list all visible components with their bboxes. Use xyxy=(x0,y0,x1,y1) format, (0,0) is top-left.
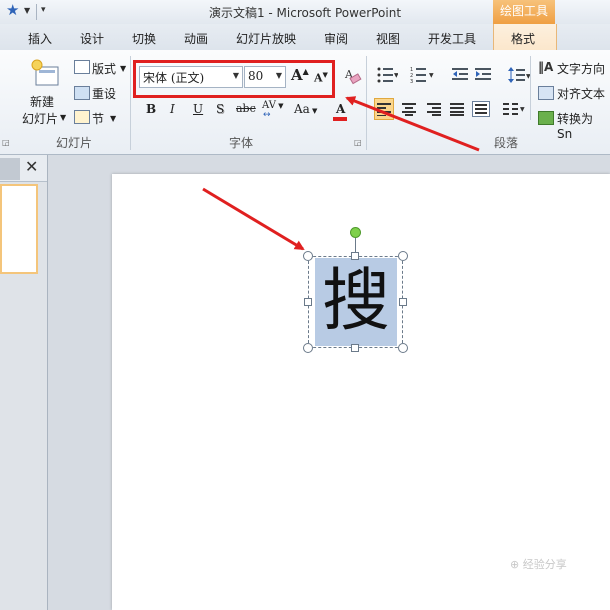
arrow-to-font-controls xyxy=(345,96,480,152)
annotation-arrows xyxy=(202,96,480,251)
arrow-to-text-box xyxy=(202,187,305,251)
watermark: ⊕ 经验分享 xyxy=(510,558,567,571)
